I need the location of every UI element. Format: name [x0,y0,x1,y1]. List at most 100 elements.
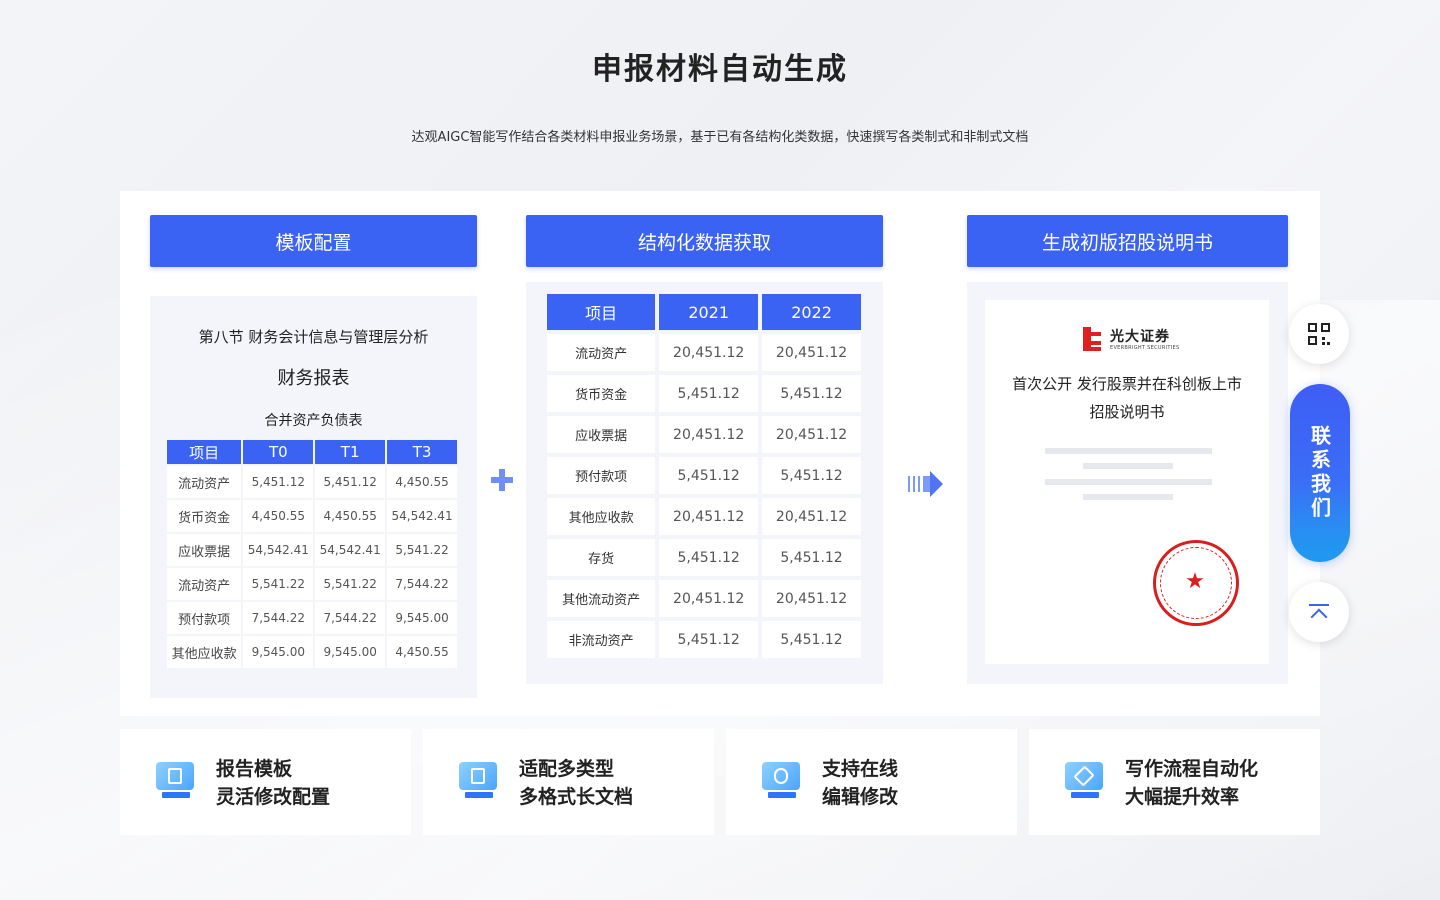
table-cell: 5,541.22 [243,568,314,600]
feature-title: 适配多类型 [519,758,615,780]
feature-card: 适配多类型 多格式长文档 [423,729,714,835]
table-cell: 5,451.12 [659,539,759,576]
back-to-top-icon [1309,604,1329,626]
table-row: 货币资金 5,451.12 5,451.12 [547,375,861,412]
table-row: 流动资产 5,451.12 5,451.12 4,450.55 [167,466,457,498]
logo-subtitle: EVERBRIGHT SECURITIES [1110,345,1180,351]
table-cell: 20,451.12 [659,498,759,535]
template-card: 第八节 财务会计信息与管理层分析 财务报表 合并资产负债表 项目 T0 T1 T… [150,296,477,698]
feature-card: 报告模板 灵活修改配置 [120,729,411,835]
flow-panel: 模板配置 结构化数据获取 生成初版招股说明书 第八节 财务会计信息与管理层分析 … [120,191,1320,716]
balance-sheet-table: 项目 T0 T1 T3 流动资产 5,451.12 5,451.12 4,450… [165,438,459,670]
feature-title: 写作流程自动化 [1125,758,1259,780]
template-table-title: 合并资产负债表 [264,413,363,429]
table-cell: 5,541.22 [387,534,457,566]
table-row: 流动资产 5,541.22 5,541.22 7,544.22 [167,568,457,600]
table-cell: 货币资金 [547,375,656,412]
placeholder-line [1083,494,1173,500]
feature-card: 写作流程自动化 大幅提升效率 [1029,729,1320,835]
generate-prospectus-header: 生成初版招股说明书 [967,215,1288,267]
table-cell: 5,451.12 [243,466,314,498]
table-cell: 4,450.55 [387,466,457,498]
table-cell: 54,542.41 [315,534,386,566]
table-cell: 20,451.12 [762,334,861,371]
table-cell: 存货 [547,539,656,576]
table-cell: 5,451.12 [659,457,759,494]
table-cell: 20,451.12 [762,416,861,453]
table-row: 存货 5,451.12 5,451.12 [547,539,861,576]
table-row: 非流动资产 5,451.12 5,451.12 [547,621,861,658]
table-cell: 4,450.55 [387,636,457,668]
table-cell: 54,542.41 [243,534,314,566]
contact-us-button[interactable]: 联系我们 [1290,384,1350,562]
placeholder-line [1083,463,1173,469]
table-header: T3 [387,440,457,464]
page-subtitle: 达观AIGC智能写作结合各类材料申报业务场景，基于已有各结构化类数据，快速撰写各… [411,130,1029,145]
everbright-logo-icon [1083,327,1101,351]
plus-icon [491,469,513,491]
table-cell: 应收票据 [547,416,656,453]
table-cell: 5,451.12 [659,621,759,658]
rocket-icon [1065,762,1105,800]
table-cell: 54,542.41 [387,500,457,532]
table-cell: 20,451.12 [659,334,759,371]
template-section-title: 第八节 财务会计信息与管理层分析 [198,328,429,346]
feature-title: 支持在线 [822,758,899,780]
table-row: 货币资金 4,450.55 4,450.55 54,542.41 [167,500,457,532]
back-to-top-button[interactable] [1289,582,1349,642]
structured-data-table: 项目 2021 2022 流动资产 20,451.12 20,451.12 货币… [543,290,865,662]
table-cell: 非流动资产 [547,621,656,658]
table-header: 2021 [659,294,759,330]
table-header: 项目 [547,294,656,330]
table-cell: 5,451.12 [762,539,861,576]
table-row: 其他应收款 20,451.12 20,451.12 [547,498,861,535]
feature-card: 支持在线 编辑修改 [726,729,1017,835]
table-cell: 货币资金 [167,500,242,532]
feature-title: 报告模板 [216,758,293,780]
table-cell: 其他应收款 [547,498,656,535]
table-cell: 5,451.12 [762,457,861,494]
cloud-edit-icon [762,762,802,800]
table-row: 应收票据 54,542.41 54,542.41 5,541.22 [167,534,457,566]
table-row: 其他流动资产 20,451.12 20,451.12 [547,580,861,617]
table-cell: 流动资产 [547,334,656,371]
table-row: 预付款项 7,544.22 7,544.22 9,545.00 [167,602,457,634]
word-doc-icon [459,762,499,800]
structured-data-card: 项目 2021 2022 流动资产 20,451.12 20,451.12 货币… [526,282,883,684]
table-cell: 5,451.12 [315,466,386,498]
table-cell: 5,451.12 [762,375,861,412]
qr-code-icon [1308,323,1330,345]
table-cell: 5,451.12 [762,621,861,658]
prospectus-title-line1: 首次公开 发行股票并在科创板上市 [1012,375,1242,393]
table-cell: 9,545.00 [315,636,386,668]
table-cell: 7,544.22 [315,602,386,634]
page-title: 申报材料自动生成 [592,52,848,87]
table-header: 项目 [167,440,242,464]
template-icon [156,762,196,800]
table-cell: 7,544.22 [243,602,314,634]
table-header: T1 [315,440,386,464]
logo-name: 光大证券 [1110,329,1170,345]
table-cell: 5,541.22 [315,568,386,600]
seal-star-icon: ★ [1185,569,1205,594]
table-cell: 流动资产 [167,568,242,600]
table-cell: 预付款项 [547,457,656,494]
table-cell: 预付款项 [167,602,242,634]
template-config-header: 模板配置 [150,215,477,267]
placeholder-line [1045,448,1212,454]
table-cell: 20,451.12 [659,580,759,617]
feature-subtitle: 编辑修改 [822,786,899,808]
table-header: T0 [243,440,314,464]
template-report-title: 财务报表 [277,368,350,389]
qr-code-button[interactable] [1289,304,1349,364]
structured-data-header: 结构化数据获取 [526,215,883,267]
table-header: 2022 [762,294,861,330]
table-cell: 7,544.22 [387,568,457,600]
prospectus-title-line2: 招股说明书 [1089,403,1165,421]
table-cell: 9,545.00 [387,602,457,634]
table-cell: 应收票据 [167,534,242,566]
table-cell: 20,451.12 [762,580,861,617]
prospectus-title: 首次公开 发行股票并在科创板上市 招股说明书 [985,370,1269,426]
arrow-right-icon [908,471,944,497]
prospectus-card: 光大证券 EVERBRIGHT SECURITIES 首次公开 发行股票并在科创… [967,282,1288,684]
